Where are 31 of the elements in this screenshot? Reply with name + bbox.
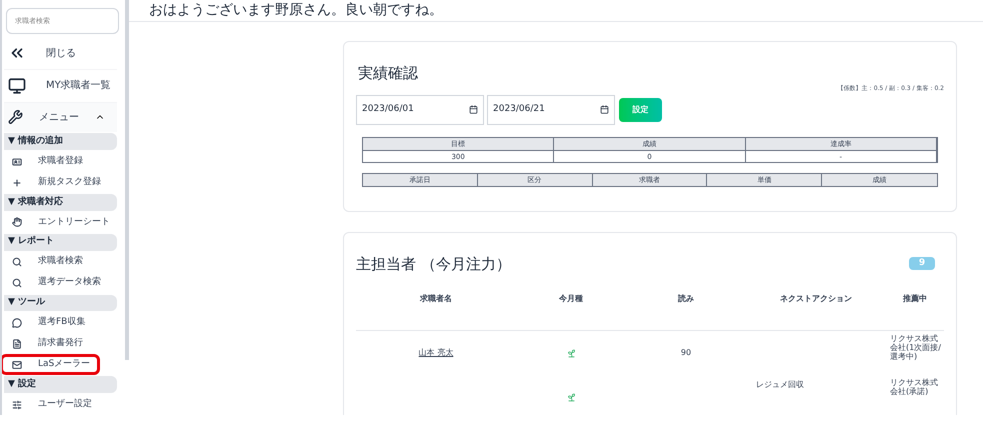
column-header: 今月種 bbox=[558, 293, 584, 305]
column-header: 推薦中 bbox=[902, 293, 928, 305]
menu-toggle[interactable]: メニュー bbox=[4, 102, 117, 132]
menu-item[interactable]: ユーザー設定 bbox=[4, 394, 104, 415]
greeting: おはようございます野原さん。良い朝ですね。 bbox=[149, 1, 443, 20]
count-badge: 9 bbox=[909, 257, 935, 270]
menu-item[interactable]: 選考データ検索 bbox=[4, 272, 113, 294]
section-header: ▼ ツール bbox=[4, 294, 117, 312]
section-header: ▼ 求職者対応 bbox=[4, 194, 117, 211]
next-action: レジュメ回収 bbox=[756, 380, 804, 389]
nav-item[interactable]: 閉じる bbox=[4, 38, 117, 70]
section-header: ▼ 情報の追加 bbox=[4, 133, 117, 150]
column-header: 求職者名 bbox=[418, 293, 453, 305]
end-date-field[interactable]: 2023/06/21 bbox=[487, 94, 615, 124]
reading-value: 90 bbox=[680, 348, 692, 357]
start-date-field[interactable]: 2023/06/01 bbox=[356, 94, 484, 124]
menu-item[interactable]: 選考FB収集 bbox=[4, 312, 98, 334]
menu-item[interactable]: 求職者検索 bbox=[4, 252, 95, 273]
menu-item[interactable]: 求職者登録 bbox=[4, 151, 95, 172]
menu-item[interactable]: 請求書発行 bbox=[4, 333, 95, 354]
section-header: ▼ レポート bbox=[4, 234, 117, 251]
candidate-link[interactable]: 山本 亮太 bbox=[418, 348, 454, 357]
column-header: ネクストアクション bbox=[779, 293, 853, 305]
card-title: 主担当者 （今月注力） bbox=[356, 254, 511, 274]
menu-item[interactable]: 新規タスク登録 bbox=[4, 172, 113, 194]
recommendation-text: リクサス株式会社(1次面接/選考中) bbox=[890, 334, 941, 361]
recommendation-text: リクサス株式会社(承諾) bbox=[890, 378, 938, 396]
menu-item[interactable]: エントリーシート bbox=[4, 212, 122, 233]
column-header: 読み bbox=[676, 293, 695, 305]
section-header: ▼ 設定 bbox=[4, 376, 117, 394]
card-title: 実績確認 bbox=[358, 63, 419, 84]
